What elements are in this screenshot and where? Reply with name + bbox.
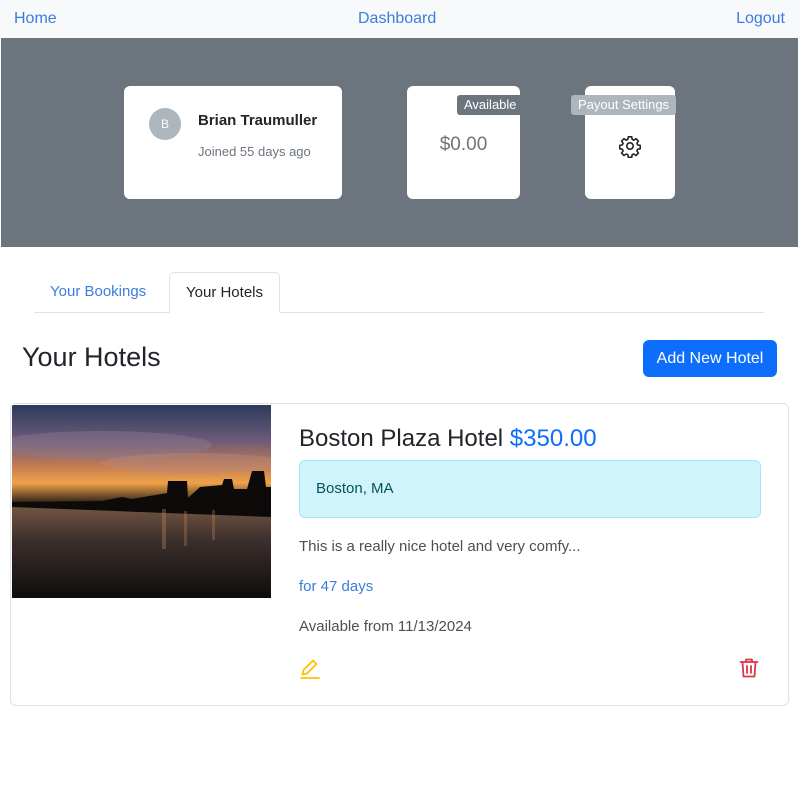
pencil-icon[interactable] [298, 656, 322, 680]
available-badge: Available [457, 95, 524, 115]
user-name: Brian Traumuller [198, 112, 318, 129]
payout-settings-badge: Payout Settings [571, 95, 677, 115]
nav-logout-link[interactable]: Logout [736, 10, 785, 28]
tab-your-bookings[interactable]: Your Bookings [34, 272, 162, 313]
user-joined-text: Joined 55 days ago [198, 144, 311, 159]
gear-icon[interactable] [618, 134, 642, 158]
hotel-name: Boston Plaza Hotel $350.00 [299, 424, 597, 454]
hotel-price: $350.00 [509, 425, 597, 452]
trash-icon[interactable] [737, 656, 761, 680]
nav-home-link[interactable]: Home [14, 10, 57, 28]
add-new-hotel-button[interactable]: Add New Hotel [643, 340, 777, 377]
nav-dashboard-link[interactable]: Dashboard [358, 10, 436, 28]
hotel-name-text: Boston Plaza Hotel [299, 425, 504, 452]
page-title: Your Hotels [22, 342, 161, 372]
tab-bar: Your Bookings Your Hotels [34, 272, 764, 313]
tab-your-hotels[interactable]: Your Hotels [169, 272, 280, 313]
hotel-description: This is a really nice hotel and very com… [299, 538, 581, 555]
hotel-duration: for 47 days [299, 578, 374, 595]
avatar: B [149, 108, 181, 140]
top-navbar: Home Dashboard Logout [0, 0, 800, 38]
hotel-location: Boston, MA [299, 460, 761, 518]
user-card: B Brian Traumuller Joined 55 days ago [124, 86, 342, 199]
hotel-available-from: Available from 11/13/2024 [299, 618, 472, 635]
balance-value: $0.00 [439, 134, 488, 155]
hotel-image [12, 405, 271, 598]
hotel-card: Boston Plaza Hotel $350.00 Boston, MA Th… [10, 403, 789, 706]
dashboard-hero [1, 38, 798, 247]
